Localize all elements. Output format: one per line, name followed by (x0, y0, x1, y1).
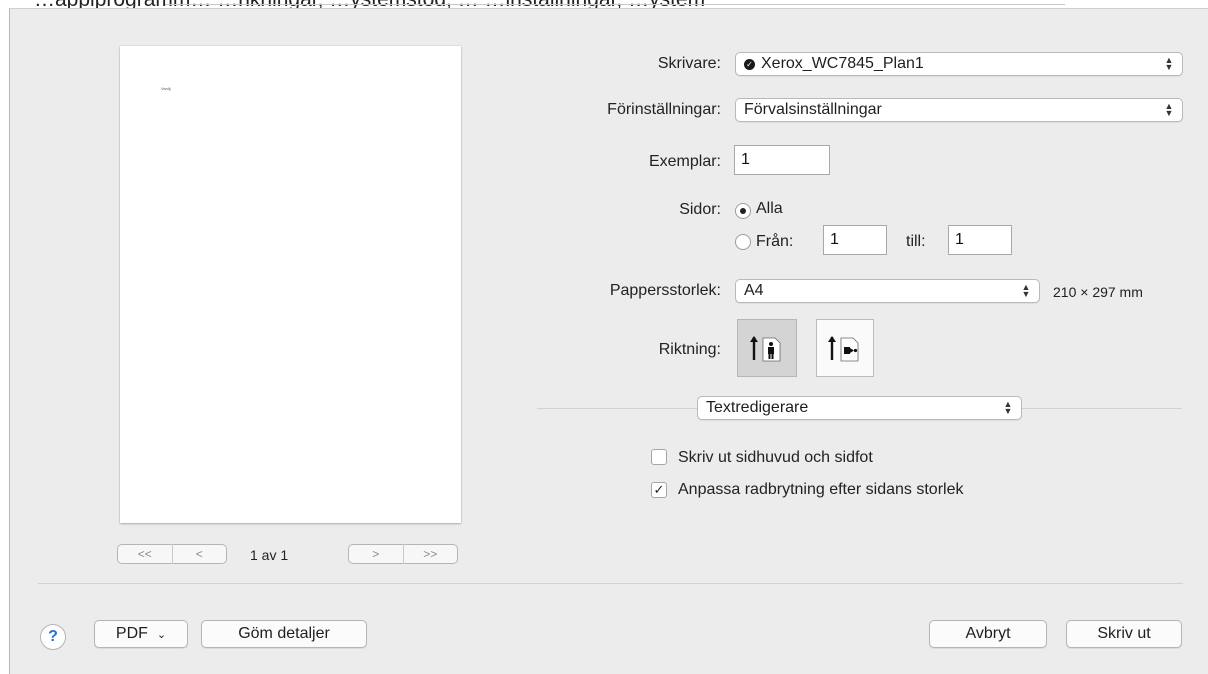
pager-forward-group: > >> (348, 544, 458, 564)
paper-size-label: Pappersstorlek: (609, 282, 721, 299)
section-divider-left (537, 408, 697, 409)
pages-range-radio[interactable] (735, 234, 751, 250)
pages-to-label: till: (906, 233, 926, 250)
pages-to-field[interactable]: 1 (948, 225, 1012, 255)
chevron-down-icon: ⌄ (156, 628, 167, 641)
landscape-orientation-icon (828, 336, 859, 362)
up-down-chevron-icon: ▲ ▼ (1021, 282, 1031, 299)
app-options-value: Textredigerare (706, 399, 809, 416)
page-preview-text: Vanilj (161, 86, 171, 91)
up-down-chevron-icon: ▲ ▼ (1003, 399, 1013, 416)
printer-select-value: Xerox_WC7845_Plan1 (761, 55, 924, 72)
print-button[interactable]: Skriv ut (1066, 620, 1182, 648)
first-page-button[interactable]: << (118, 547, 172, 561)
paper-size-select[interactable]: A4 ▲ ▼ (735, 279, 1040, 303)
help-button[interactable]: ? (40, 624, 66, 650)
app-options-select[interactable]: Textredigerare ▲ ▼ (697, 396, 1022, 420)
rewrap-contents-label: Anpassa radbrytning efter sidans storlek (678, 481, 964, 498)
presets-label: Förinställningar: (607, 101, 721, 118)
previous-page-button[interactable]: < (173, 547, 227, 561)
footer-divider (38, 583, 1183, 584)
paper-dimensions: 210 × 297 mm (1053, 284, 1143, 300)
page-indicator: 1 av 1 (250, 547, 289, 563)
last-page-button[interactable]: >> (404, 547, 458, 561)
up-down-chevron-icon: ▲ ▼ (1164, 101, 1174, 118)
printer-select[interactable]: ✓ Xerox_WC7845_Plan1 ▲ ▼ (735, 52, 1183, 76)
portrait-orientation-icon (750, 336, 781, 362)
pdf-label: PDF (115, 625, 148, 642)
pages-all-radio[interactable] (735, 203, 751, 219)
section-divider-right (1022, 408, 1182, 409)
orientation-landscape-button[interactable] (816, 319, 874, 377)
pdf-menu-button[interactable]: PDF ⌄ (94, 620, 188, 648)
rewrap-contents-checkbox[interactable]: ✓ (651, 482, 667, 498)
pages-all-label: Alla (756, 200, 783, 217)
printer-status-icon: ✓ (744, 58, 755, 70)
print-header-footer-checkbox[interactable] (651, 449, 667, 465)
pages-from-label: Från: (756, 233, 794, 250)
up-down-chevron-icon: ▲ ▼ (1164, 55, 1174, 72)
orientation-portrait-button[interactable] (737, 319, 797, 377)
pager-back-group: << < (117, 544, 227, 564)
orientation-label: Riktning: (658, 341, 721, 358)
hide-details-button[interactable]: Göm detaljer (201, 620, 367, 648)
background-window-divider (165, 4, 1065, 5)
cancel-button[interactable]: Avbryt (929, 620, 1047, 648)
print-header-footer-label: Skriv ut sidhuvud och sidfot (678, 449, 873, 466)
copies-label: Exemplar: (648, 153, 721, 170)
copies-field[interactable]: 1 (734, 145, 830, 175)
pages-from-field[interactable]: 1 (823, 225, 887, 255)
paper-size-value: A4 (744, 282, 764, 299)
checkmark-icon: ✓ (653, 482, 665, 497)
presets-select-value: Förvalsinställningar (744, 101, 882, 118)
presets-select[interactable]: Förvalsinställningar ▲ ▼ (735, 98, 1183, 122)
next-page-button[interactable]: > (349, 547, 403, 561)
page-preview (120, 46, 461, 523)
pages-label: Sidor: (679, 201, 721, 218)
printer-label: Skrivare: (657, 55, 721, 72)
